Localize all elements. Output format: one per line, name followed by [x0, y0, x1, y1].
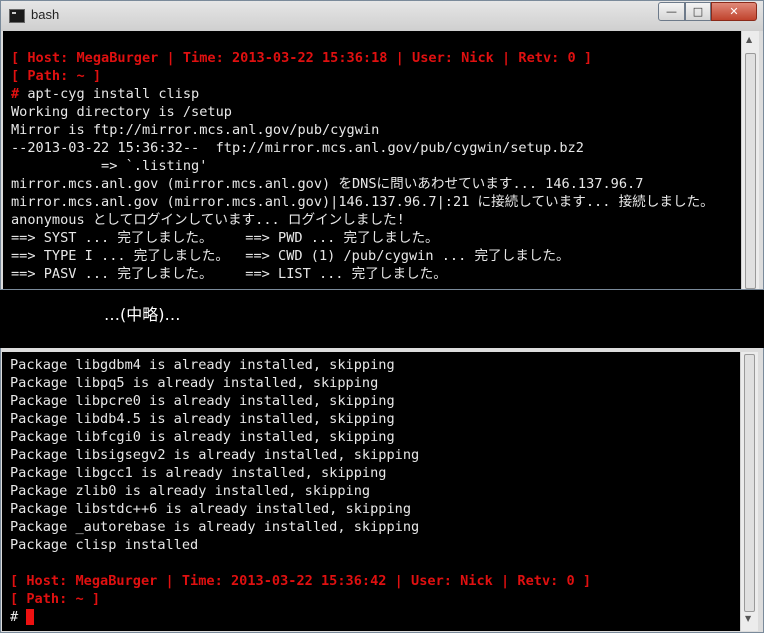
title-bar[interactable]: bash — □ ✕	[1, 1, 763, 31]
output-line: Package clisp installed	[10, 537, 199, 553]
scrollbar-thumb[interactable]	[745, 53, 756, 289]
prompt-symbol: #	[11, 86, 20, 102]
command-line: # apt-cyg install clisp	[11, 85, 199, 103]
output-line: mirror.mcs.anl.gov (mirror.mcs.anl.gov)|…	[11, 194, 714, 210]
output-line: anonymous としてログインしています... ログインしました!	[11, 212, 405, 228]
terminal-output-top[interactable]: [ Host: MegaBurger | Time: 2013-03-22 15…	[3, 31, 741, 289]
scroll-up-icon[interactable]: ▲	[746, 35, 752, 44]
output-line: ==> SYST ... 完了しました。 ==> PWD ... 完了しました。	[11, 230, 439, 246]
output-line: Working directory is /setup	[11, 104, 232, 120]
minimize-button[interactable]: —	[658, 2, 685, 21]
terminal-output-bottom[interactable]: Package libgdbm4 is already installed, s…	[2, 352, 740, 631]
terminal-window-top: bash — □ ✕ [ Host: MegaBurger | Time: 20…	[0, 0, 764, 290]
prompt-line[interactable]: #	[10, 608, 35, 626]
window-title: bash	[31, 7, 60, 22]
output-line: Package libstdc++6 is already installed,…	[10, 501, 412, 517]
status-line: [ Host: MegaBurger | Time: 2013-03-22 15…	[11, 50, 593, 66]
output-line: Package libpq5 is already installed, ski…	[10, 375, 379, 391]
close-button[interactable]: ✕	[711, 2, 757, 21]
path-line: [ Path: ~ ]	[10, 591, 101, 607]
output-line: Package libpcre0 is already installed, s…	[10, 393, 395, 409]
command-text: apt-cyg install clisp	[19, 86, 200, 102]
status-line: [ Host: MegaBurger | Time: 2013-03-22 15…	[10, 573, 592, 589]
text-cursor	[26, 609, 35, 625]
vertical-scrollbar-top[interactable]: ▲	[741, 31, 759, 289]
path-line: [ Path: ~ ]	[11, 68, 102, 84]
output-line: Package zlib0 is already installed, skip…	[10, 483, 371, 499]
output-line: ==> PASV ... 完了しました。 ==> LIST ... 完了しました…	[11, 266, 447, 282]
output-line: Package libsigsegv2 is already installed…	[10, 447, 420, 463]
omission-label: …(中略)…	[104, 305, 181, 324]
scroll-down-icon[interactable]: ▼	[745, 614, 751, 623]
output-line: => `.listing'	[11, 158, 208, 174]
output-line: Package libdb4.5 is already installed, s…	[10, 411, 395, 427]
prompt-symbol: #	[10, 609, 19, 625]
vertical-scrollbar-bottom[interactable]: ▼	[740, 352, 758, 631]
output-line: Mirror is ftp://mirror.mcs.anl.gov/pub/c…	[11, 122, 380, 138]
output-line: Package libfcgi0 is already installed, s…	[10, 429, 395, 445]
scrollbar-thumb[interactable]	[744, 354, 755, 612]
output-line: Package libgcc1 is already installed, sk…	[10, 465, 387, 481]
maximize-button[interactable]: □	[685, 2, 711, 21]
output-line: Package _autorebase is already installed…	[10, 519, 420, 535]
terminal-app-icon[interactable]	[9, 9, 25, 23]
caption-buttons: — □ ✕	[658, 2, 757, 21]
output-line: Package libgdbm4 is already installed, s…	[10, 357, 395, 373]
output-line: mirror.mcs.anl.gov (mirror.mcs.anl.gov) …	[11, 176, 644, 192]
output-line: ==> TYPE I ... 完了しました。 ==> CWD (1) /pub/…	[11, 248, 570, 264]
output-line: --2013-03-22 15:36:32-- ftp://mirror.mcs…	[11, 140, 584, 156]
